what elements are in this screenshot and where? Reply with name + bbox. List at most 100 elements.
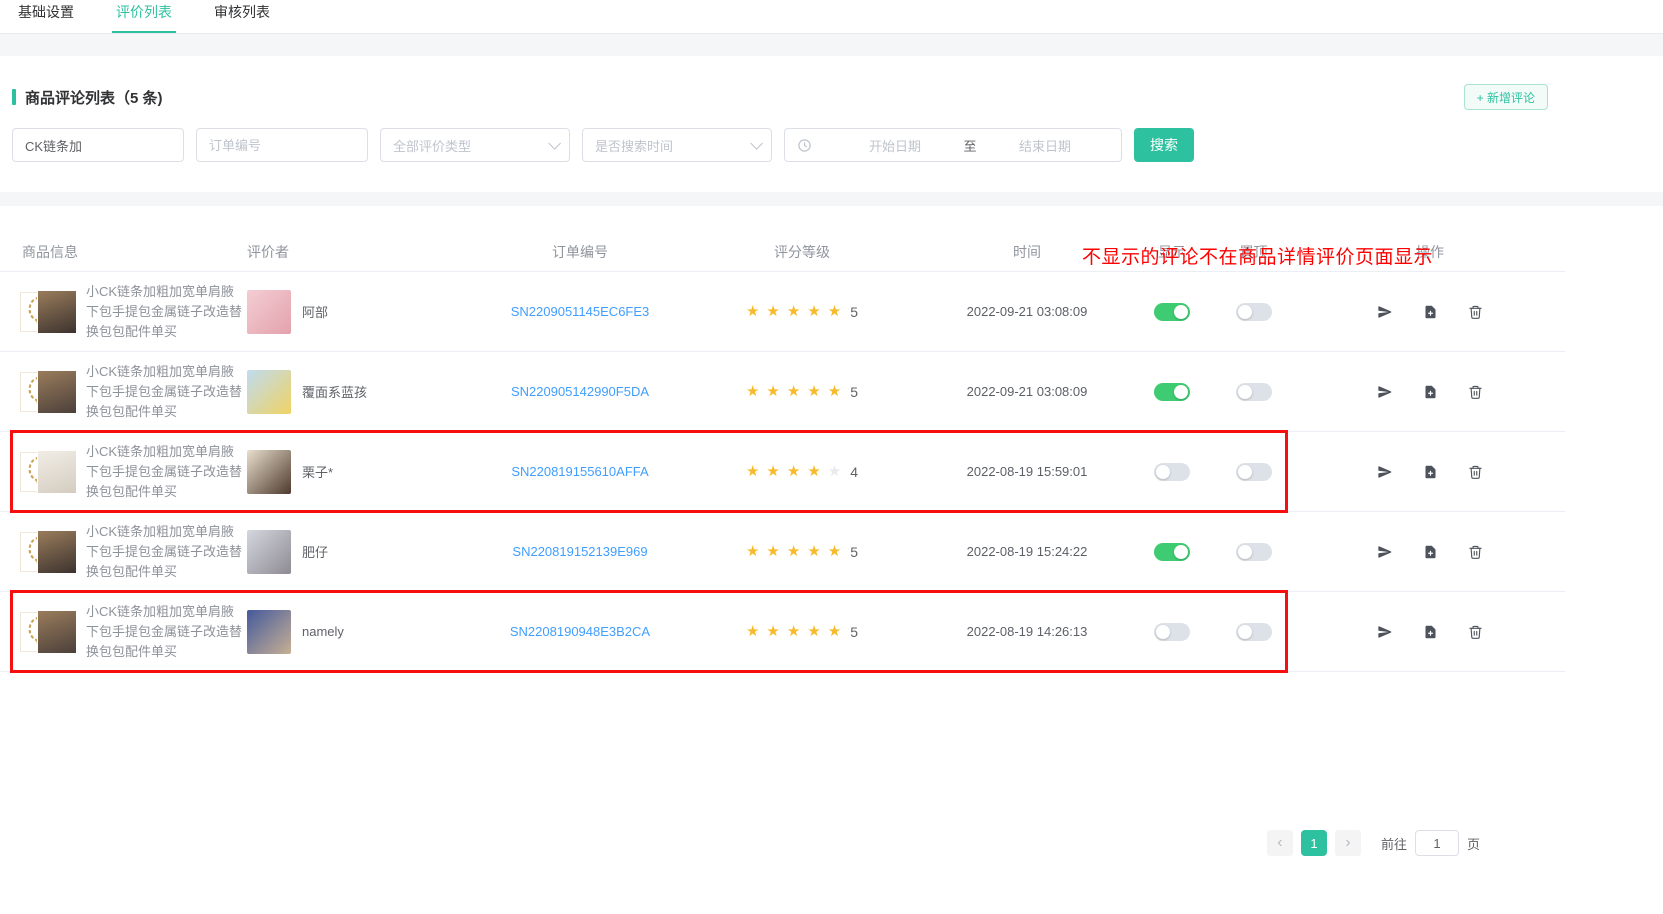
reviewer-name: 覆面系蓝孩 <box>302 382 367 401</box>
next-page-button[interactable]: › <box>1335 830 1361 856</box>
review-type-select-value: 全部评价类型 <box>393 136 471 155</box>
star-icon: ★ <box>766 464 779 479</box>
send-icon[interactable] <box>1377 384 1393 400</box>
goto-page-input[interactable] <box>1415 830 1459 856</box>
product-title: 小CK链条加粗加宽单肩腋下包手提包金属链子改造替换包包配件单买 <box>86 522 247 582</box>
star-icon: ★ <box>766 384 779 399</box>
file-add-icon[interactable] <box>1423 384 1438 400</box>
delete-icon[interactable] <box>1468 544 1483 560</box>
toggle-knob <box>1174 305 1188 319</box>
show-toggle[interactable] <box>1154 463 1190 481</box>
table-row: 小CK链条加粗加宽单肩腋下包手提包金属链子改造替换包包配件单买 namely S… <box>0 592 1565 672</box>
show-toggle[interactable] <box>1154 383 1190 401</box>
add-review-button[interactable]: + 新增评论 <box>1464 84 1548 110</box>
filter-panel: 商品评论列表（5 条) + 新增评论 全部评价类型 是否搜索时间 开始日期 至 … <box>0 56 1663 192</box>
send-icon[interactable] <box>1377 304 1393 320</box>
prev-page-button[interactable]: ‹ <box>1267 830 1293 856</box>
star-icon: ★ <box>746 384 759 399</box>
product-thumbnail <box>20 609 78 655</box>
send-icon[interactable] <box>1377 544 1393 560</box>
pin-toggle[interactable] <box>1236 383 1272 401</box>
col-header-reviewer: 评价者 <box>247 242 478 262</box>
review-table: 不显示的评论不在商品详情评价页面显示 商品信息 评价者 订单编号 评分等级 时间… <box>0 232 1663 914</box>
order-link[interactable]: SN220819155610AFFA <box>511 464 648 479</box>
toggle-knob <box>1156 465 1170 479</box>
toggle-knob <box>1156 625 1170 639</box>
star-icon: ★ <box>828 464 841 479</box>
pin-toggle[interactable] <box>1236 463 1272 481</box>
toggle-knob <box>1238 625 1252 639</box>
pin-toggle[interactable] <box>1236 623 1272 641</box>
tab-audit-list[interactable]: 审核列表 <box>210 0 274 33</box>
time-search-select-value: 是否搜索时间 <box>595 136 673 155</box>
tab-bar: 基础设置 评价列表 审核列表 <box>0 0 1663 34</box>
order-link[interactable]: SN220905142990F5DA <box>511 384 649 399</box>
star-icon: ★ <box>828 384 841 399</box>
review-time: 2022-09-21 03:08:09 <box>922 384 1132 399</box>
file-add-icon[interactable] <box>1423 304 1438 320</box>
star-icon: ★ <box>766 304 779 319</box>
avatar <box>247 530 291 574</box>
pin-toggle[interactable] <box>1236 303 1272 321</box>
review-time: 2022-08-19 14:26:13 <box>922 624 1132 639</box>
review-time: 2022-08-19 15:59:01 <box>922 464 1132 479</box>
col-header-rating: 评分等级 <box>682 242 922 262</box>
review-type-select[interactable]: 全部评价类型 <box>380 128 570 162</box>
star-icon: ★ <box>787 304 800 319</box>
delete-icon[interactable] <box>1468 384 1483 400</box>
star-icon: ★ <box>807 544 820 559</box>
toggle-knob <box>1174 385 1188 399</box>
delete-icon[interactable] <box>1468 464 1483 480</box>
product-title: 小CK链条加粗加宽单肩腋下包手提包金属链子改造替换包包配件单买 <box>86 442 247 502</box>
table-row: 小CK链条加粗加宽单肩腋下包手提包金属链子改造替换包包配件单买 栗子* SN22… <box>0 432 1565 512</box>
order-link[interactable]: SN220819152139E969 <box>512 544 647 559</box>
product-thumbnail <box>20 289 78 335</box>
star-icon: ★ <box>807 304 820 319</box>
avatar <box>247 290 291 334</box>
chevron-down-icon <box>548 137 561 150</box>
show-toggle[interactable] <box>1154 303 1190 321</box>
end-date-field[interactable]: 结束日期 <box>990 136 1100 155</box>
star-rating: ★★★★★ <box>746 304 841 319</box>
star-icon: ★ <box>746 624 759 639</box>
reviewer-name: 栗子* <box>302 462 333 481</box>
file-add-icon[interactable] <box>1423 464 1438 480</box>
product-photo <box>37 370 77 414</box>
file-add-icon[interactable] <box>1423 624 1438 640</box>
table-row: 小CK链条加粗加宽单肩腋下包手提包金属链子改造替换包包配件单买 肥仔 SN220… <box>0 512 1565 592</box>
delete-icon[interactable] <box>1468 624 1483 640</box>
time-search-select[interactable]: 是否搜索时间 <box>582 128 772 162</box>
show-toggle[interactable] <box>1154 543 1190 561</box>
current-page-button[interactable]: 1 <box>1301 830 1327 856</box>
reviewer-name: namely <box>302 624 344 639</box>
toggle-knob <box>1238 545 1252 559</box>
chevron-down-icon <box>750 137 763 150</box>
order-no-input[interactable] <box>197 129 367 161</box>
send-icon[interactable] <box>1377 464 1393 480</box>
rating-value: 5 <box>850 384 858 400</box>
delete-icon[interactable] <box>1468 304 1483 320</box>
product-thumbnail <box>20 369 78 415</box>
avatar <box>247 610 291 654</box>
spacer-strip <box>0 192 1663 206</box>
clock-icon <box>797 138 812 153</box>
section-accent-bar <box>12 89 16 105</box>
tab-basic-settings[interactable]: 基础设置 <box>14 0 78 33</box>
goto-label: 前往 <box>1381 834 1407 853</box>
start-date-field[interactable]: 开始日期 <box>840 136 950 155</box>
tab-review-list[interactable]: 评价列表 <box>112 0 176 33</box>
product-photo <box>37 450 77 494</box>
star-rating: ★★★★★ <box>746 464 841 479</box>
order-link[interactable]: SN2209051145EC6FE3 <box>511 304 650 319</box>
review-time: 2022-09-21 03:08:09 <box>922 304 1132 319</box>
star-icon: ★ <box>787 464 800 479</box>
pin-toggle[interactable] <box>1236 543 1272 561</box>
search-button[interactable]: 搜索 <box>1134 128 1194 162</box>
order-link[interactable]: SN2208190948E3B2CA <box>510 624 650 639</box>
avatar <box>247 370 291 414</box>
file-add-icon[interactable] <box>1423 544 1438 560</box>
keyword-input[interactable] <box>13 129 183 161</box>
date-range-picker[interactable]: 开始日期 至 结束日期 <box>784 128 1122 162</box>
show-toggle[interactable] <box>1154 623 1190 641</box>
send-icon[interactable] <box>1377 624 1393 640</box>
